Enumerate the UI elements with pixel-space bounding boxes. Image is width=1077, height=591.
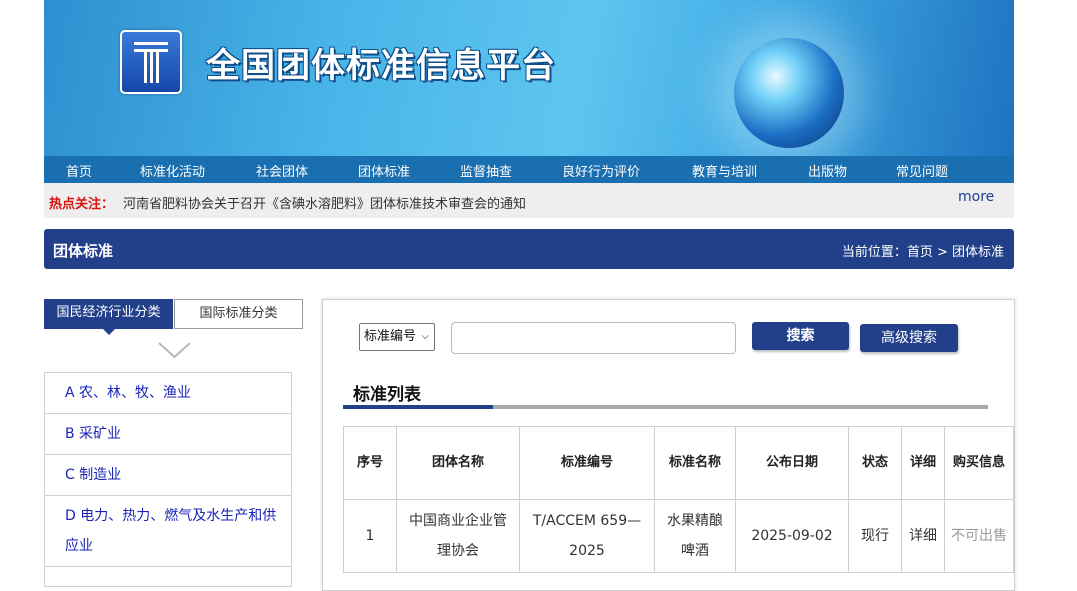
org-name: 中国商业企业管理协会 [396,499,520,573]
header-banner: 全国团体标准信息平台 [44,0,1014,156]
col-header: 购买信息 [944,426,1014,500]
nav-group-standards[interactable]: 团体标准 [358,161,410,180]
nav-education[interactable]: 教育与培训 [692,161,757,180]
search-field-value: 标准编号 [364,329,417,344]
nav-faq[interactable]: 常见问题 [896,161,948,180]
sidebar-tabs: 国民经济行业分类 国际标准分类 [44,299,303,335]
category-item[interactable]: B 采矿业 [45,414,291,455]
search-button[interactable]: 搜索 [752,322,849,350]
table-row: 1 中国商业企业管理协会 T/ACCEM 659—2025 水果精酿啤酒 202… [343,499,1014,573]
tab-international-classification[interactable]: 国际标准分类 [174,299,303,329]
col-header: 标准编号 [519,426,655,500]
site-title: 全国团体标准信息平台 [206,46,556,86]
tab-industry-label: 国民经济行业分类 [56,305,161,320]
standards-table: 序号 团体名称 标准编号 标准名称 公布日期 状态 详细 购买信息 1 中国商业… [343,426,1014,573]
breadcrumb: 当前位置：首页 > 团体标准 [841,245,1004,260]
nav-social-groups[interactable]: 社会团体 [256,161,308,180]
category-item[interactable]: C 制造业 [45,455,291,496]
section-title: 团体标准 [53,242,114,260]
search-field-select[interactable]: 标准编号 ⌵ [359,323,435,351]
col-header: 序号 [343,426,397,500]
nav-supervision[interactable]: 监督抽查 [460,161,512,180]
standard-number: T/ACCEM 659—2025 [519,499,655,573]
purchase-info: 不可出售 [944,499,1014,573]
site-logo[interactable] [120,30,182,94]
col-header: 公布日期 [735,426,849,500]
more-link[interactable]: more [958,189,994,205]
table-header-row: 序号 团体名称 标准编号 标准名称 公布日期 状态 详细 购买信息 [343,426,1014,500]
hot-label: 热点关注： [49,197,115,212]
category-item[interactable] [45,567,291,587]
category-item[interactable]: D 电力、热力、燃气及水生产和供应业 [45,496,291,567]
nav-home[interactable]: 首页 [66,161,92,180]
category-list: A 农、林、牧、渔业 B 采矿业 C 制造业 D 电力、热力、燃气及水生产和供应… [44,372,292,587]
col-header: 团体名称 [396,426,520,500]
category-item[interactable]: A 农、林、牧、渔业 [45,373,291,414]
main-panel: 标准编号 ⌵ 搜索 高级搜索 标准列表 序号 团体名称 标准编号 标准名称 公布… [322,299,1015,591]
tab-international-label: 国际标准分类 [199,306,278,321]
col-header: 标准名称 [654,426,736,500]
col-header: 状态 [848,426,902,500]
publish-date: 2025-09-02 [735,499,849,573]
tab-industry-classification[interactable]: 国民经济行业分类 [44,299,173,335]
advanced-search-button[interactable]: 高级搜索 [860,324,958,352]
standard-name: 水果精酿啤酒 [654,499,736,573]
nav-publications[interactable]: 出版物 [808,161,847,180]
tab-pointer-icon [103,329,115,335]
main-nav: 首页 标准化活动 社会团体 团体标准 监督抽查 良好行为评价 教育与培训 出版物… [44,156,1014,183]
globe-graphic [734,38,844,148]
search-input[interactable] [451,322,736,354]
section-header: 团体标准 当前位置：首页 > 团体标准 [44,229,1014,269]
hot-topic-link[interactable]: 河南省肥料协会关于召开《含碘水溶肥料》团体标准技术审查会的通知 [123,193,526,212]
detail-link[interactable]: 详细 [901,499,945,573]
chevron-down-icon: ⌵ [421,331,429,342]
row-index: 1 [343,499,397,573]
chevron-down-icon [158,342,191,359]
nav-good-behavior[interactable]: 良好行为评价 [562,161,640,180]
col-header: 详细 [901,426,945,500]
hot-topics-bar: 热点关注： 河南省肥料协会关于召开《含碘水溶肥料》团体标准技术审查会的通知 mo… [44,183,1014,218]
status: 现行 [848,499,902,573]
list-title: 标准列表 [353,385,421,405]
title-divider [343,405,988,409]
nav-standardization[interactable]: 标准化活动 [140,161,205,180]
